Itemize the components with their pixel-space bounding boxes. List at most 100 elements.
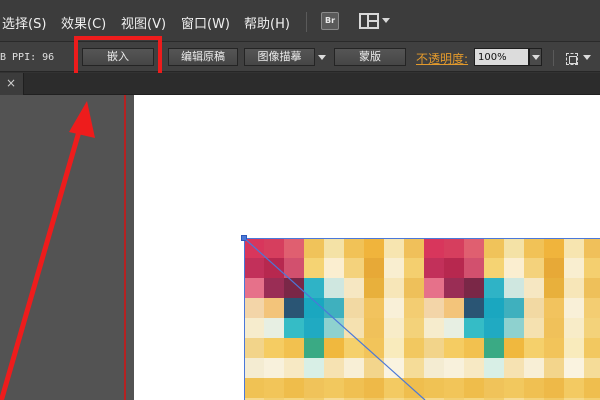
image-pixel-tile	[284, 258, 304, 278]
image-pixel-tile	[564, 258, 584, 278]
image-trace-button[interactable]: 图像描摹	[244, 48, 315, 66]
transform-icon[interactable]	[566, 53, 578, 65]
image-pixel-tile	[244, 258, 264, 278]
opacity-input[interactable]	[474, 48, 529, 66]
image-pixel-tile	[504, 278, 524, 298]
image-pixel-tile	[564, 278, 584, 298]
menu-view[interactable]: 视图(V)	[121, 13, 166, 32]
image-pixel-tile	[464, 298, 484, 318]
image-pixel-tile	[324, 298, 344, 318]
selection-left-edge	[244, 238, 245, 400]
image-pixel-tile	[524, 358, 544, 378]
image-pixel-tile	[504, 238, 524, 258]
image-pixel-tile	[384, 358, 404, 378]
image-pixel-tile	[464, 338, 484, 358]
image-pixel-tile	[264, 338, 284, 358]
menu-help[interactable]: 帮助(H)	[244, 13, 290, 32]
image-pixel-tile	[464, 238, 484, 258]
image-pixel-tile	[304, 318, 324, 338]
mask-button[interactable]: 蒙版	[334, 48, 406, 66]
image-pixel-tile	[404, 378, 424, 398]
image-pixel-tile	[564, 318, 584, 338]
edit-original-button[interactable]: 编辑原稿	[168, 48, 238, 66]
image-pixel-tile	[424, 358, 444, 378]
image-pixel-tile	[424, 238, 444, 258]
image-pixel-tile	[584, 358, 600, 378]
image-pixel-tile	[264, 298, 284, 318]
image-pixel-tile	[444, 258, 464, 278]
image-pixel-tile	[464, 358, 484, 378]
image-pixel-tile	[324, 238, 344, 258]
image-pixel-tile	[484, 318, 504, 338]
image-pixel-tile	[264, 238, 284, 258]
image-pixel-tile	[364, 278, 384, 298]
image-pixel-tile	[264, 278, 284, 298]
image-pixel-tile	[524, 318, 544, 338]
image-pixel-tile	[264, 358, 284, 378]
image-trace-dropdown-icon[interactable]	[318, 55, 326, 60]
image-pixel-tile	[564, 238, 584, 258]
image-pixel-tile	[584, 378, 600, 398]
selection-top-edge	[244, 238, 600, 239]
image-pixel-tile	[484, 378, 504, 398]
image-pixel-tile	[344, 318, 364, 338]
image-pixel-tile	[464, 378, 484, 398]
menu-window[interactable]: 窗口(W)	[181, 13, 230, 32]
image-pixel-tile	[484, 298, 504, 318]
image-pixel-tile	[304, 278, 324, 298]
image-pixel-tile	[244, 338, 264, 358]
image-pixel-tile	[384, 318, 404, 338]
image-pixel-tile	[384, 338, 404, 358]
image-pixel-tile	[544, 318, 564, 338]
image-pixel-tile	[364, 338, 384, 358]
image-pixel-tile	[564, 378, 584, 398]
document-tab[interactable]: ×	[0, 73, 24, 95]
menu-separator	[306, 12, 307, 32]
image-pixel-tile	[384, 278, 404, 298]
control-separator	[553, 50, 554, 66]
color-ppi-info: B PPI: 96	[0, 52, 55, 63]
image-pixel-tile	[404, 258, 424, 278]
placed-image[interactable]	[244, 238, 600, 400]
image-pixel-tile	[484, 358, 504, 378]
image-pixel-tile	[284, 278, 304, 298]
bridge-icon[interactable]: Br	[321, 12, 339, 30]
image-pixel-tile	[244, 378, 264, 398]
image-pixel-tile	[424, 298, 444, 318]
image-pixel-tile	[544, 358, 564, 378]
image-pixel-tile	[364, 238, 384, 258]
arrange-documents-icon[interactable]	[359, 13, 379, 29]
image-pixel-tile	[404, 298, 424, 318]
image-pixel-tile	[544, 238, 564, 258]
selection-anchor-point[interactable]	[241, 235, 247, 241]
image-pixel-tile	[244, 358, 264, 378]
transform-dropdown-icon[interactable]	[583, 55, 591, 60]
image-pixel-tile	[324, 258, 344, 278]
image-pixel-tile	[584, 318, 600, 338]
image-pixel-tile	[304, 378, 324, 398]
bleed-guide	[124, 95, 126, 400]
menu-select[interactable]: 选择(S)	[2, 13, 46, 32]
image-pixel-tile	[344, 238, 364, 258]
chevron-down-icon[interactable]	[382, 18, 390, 23]
image-pixel-tile	[424, 378, 444, 398]
opacity-label[interactable]: 不透明度:	[416, 50, 468, 67]
image-pixel-tile	[444, 318, 464, 338]
image-pixel-tile	[444, 238, 464, 258]
close-icon[interactable]: ×	[6, 77, 16, 89]
image-pixel-tile	[304, 238, 324, 258]
document-tab-strip: ×	[0, 73, 600, 95]
opacity-dropdown-button[interactable]	[529, 48, 542, 66]
menu-effect[interactable]: 效果(C)	[61, 13, 106, 32]
image-pixel-tile	[564, 358, 584, 378]
image-pixel-tile	[324, 278, 344, 298]
image-pixel-tile	[404, 338, 424, 358]
image-pixel-tile	[404, 278, 424, 298]
image-pixel-tile	[504, 358, 524, 378]
image-pixel-tile	[264, 318, 284, 338]
image-pixel-tile	[344, 378, 364, 398]
image-pixel-tile	[544, 378, 564, 398]
image-pixel-tile	[244, 238, 264, 258]
image-pixel-tile	[444, 378, 464, 398]
image-pixel-tile	[244, 278, 264, 298]
